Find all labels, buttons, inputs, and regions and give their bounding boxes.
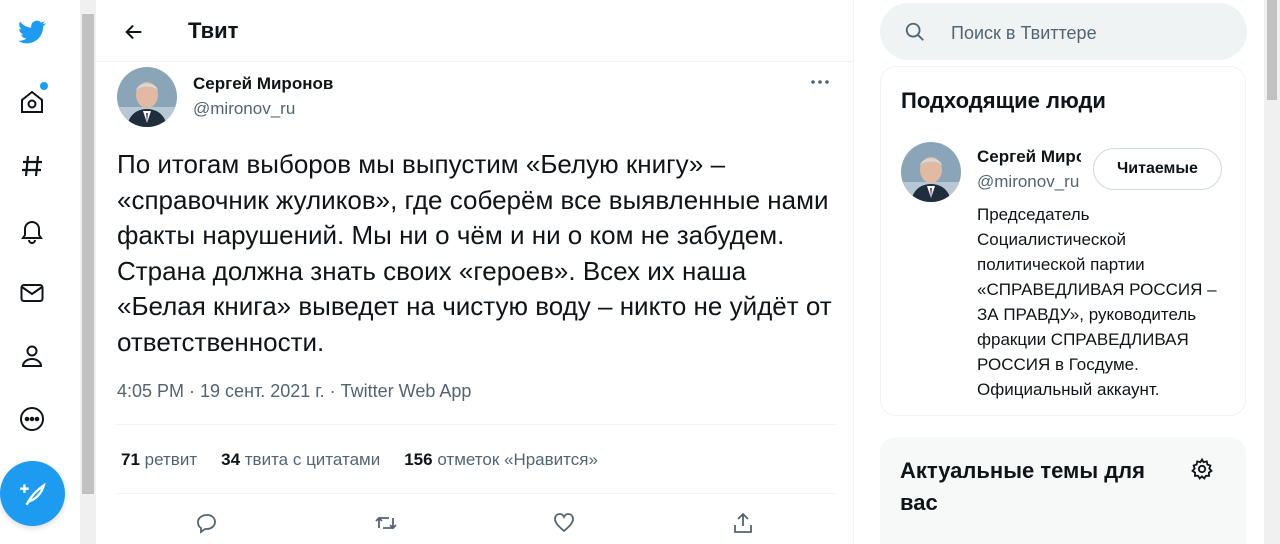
like-button[interactable] [547, 506, 581, 540]
author-name[interactable]: Сергей Миронов [193, 74, 333, 94]
back-button[interactable] [116, 14, 152, 50]
trends-settings-button[interactable] [1190, 457, 1214, 481]
share-button[interactable] [726, 506, 760, 540]
gear-icon [1191, 457, 1213, 480]
home-icon[interactable] [8, 78, 56, 126]
likes-stat[interactable]: 156 отметок «Нравится» [404, 450, 598, 470]
retweet-button[interactable] [369, 506, 403, 540]
reply-button[interactable] [190, 506, 224, 540]
suggested-user-name[interactable]: Сергей Миронов [977, 147, 1081, 167]
quotes-stat[interactable]: 34 твита с цитатами [221, 450, 380, 470]
notifications-bell-icon[interactable] [8, 206, 56, 254]
compose-tweet-button[interactable] [0, 461, 65, 526]
more-options-button[interactable] [808, 72, 832, 92]
author-avatar[interactable] [117, 67, 177, 127]
divider [117, 493, 835, 494]
profile-person-icon[interactable] [8, 332, 56, 380]
page-scrollbar-thumb[interactable] [1267, 0, 1277, 100]
compose-feather-icon [19, 482, 46, 505]
twitter-bird-icon[interactable] [8, 8, 56, 56]
suggested-user-handle[interactable]: @mironov_ru [977, 172, 1081, 192]
retweet-icon [375, 516, 397, 530]
main-column: Твит Сергей Миронов @mironov_ru По итога… [96, 0, 854, 544]
messages-envelope-icon[interactable] [8, 269, 56, 317]
tweet-text: По итогам выборов мы выпустим «Белую кни… [117, 149, 832, 357]
tweet-stats: 71 ретвит 34 твита с цитатами 156 отмето… [121, 450, 598, 470]
reply-icon [197, 514, 216, 534]
suggested-user-avatar[interactable] [901, 142, 961, 202]
share-icon [734, 512, 752, 533]
scrollbar-thumb[interactable] [82, 14, 94, 494]
search-icon [905, 22, 924, 41]
suggested-user-bio: Председатель Социалистической политическ… [977, 205, 1217, 399]
header: Твит [96, 0, 854, 62]
page-title: Твит [188, 18, 239, 43]
more-circle-icon[interactable] [8, 395, 56, 443]
arrow-left-icon [125, 24, 142, 40]
who-to-follow-title: Подходящие люди [901, 88, 1106, 113]
author-handle[interactable]: @mironov_ru [193, 99, 295, 119]
search-input[interactable]: Поиск в Твиттере [951, 23, 1097, 44]
divider [117, 424, 835, 425]
trends-card: Актуальные темы для вас [880, 437, 1246, 544]
explore-hashtag-icon[interactable] [8, 142, 56, 190]
more-dots-icon [811, 80, 829, 84]
following-button[interactable]: Читаемые [1093, 148, 1222, 190]
left-navigation [0, 0, 66, 544]
heart-icon [554, 513, 574, 533]
tweet-timestamp[interactable]: 4:05 PM · 19 сент. 2021 г. · Twitter Web… [117, 381, 471, 402]
search-bar[interactable]: Поиск в Твиттере [880, 3, 1247, 60]
notification-dot [40, 82, 48, 90]
trends-title: Актуальные темы для вас [900, 458, 1145, 515]
retweets-stat[interactable]: 71 ретвит [121, 450, 197, 470]
